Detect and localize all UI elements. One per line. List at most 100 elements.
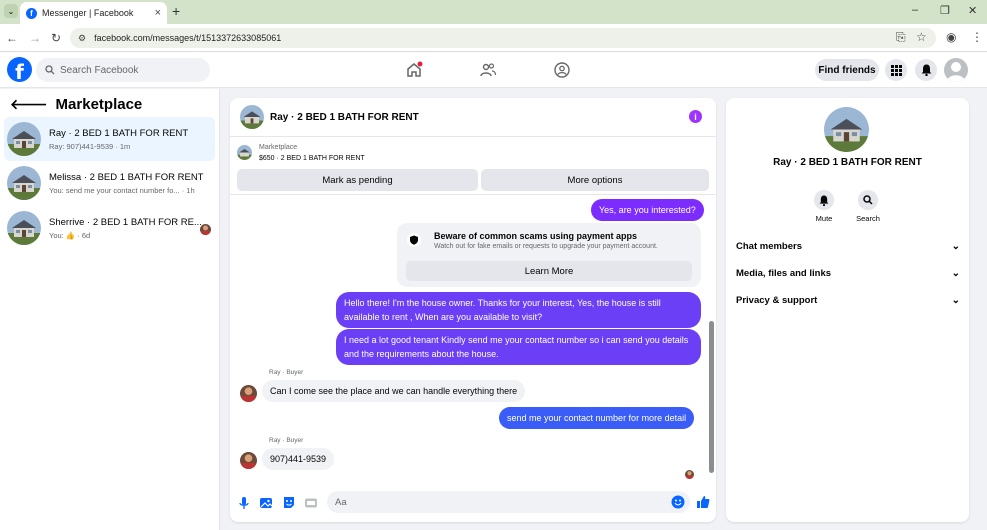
url-bar[interactable]: ⚙ facebook.com/messages/t/15133726330850… — [70, 28, 936, 48]
notifications-bell-icon[interactable] — [915, 59, 937, 81]
back-arrow-icon[interactable]: 🡐 — [10, 96, 48, 113]
site-info-icon[interactable]: ⚙ — [78, 33, 86, 44]
section-label: Media, files and links — [736, 268, 832, 279]
sticker-icon[interactable] — [282, 496, 296, 510]
house-thumbnail — [7, 166, 41, 200]
conversation-item[interactable]: Ray · 2 BED 1 BATH FOR RENT Ray: 907)441… — [4, 117, 215, 161]
microphone-icon[interactable] — [237, 496, 251, 510]
facebook-logo[interactable]: f — [7, 57, 32, 82]
conversation-name: Ray · 2 BED 1 BATH FOR RENT — [49, 127, 189, 139]
search-label: Search — [856, 214, 880, 223]
media-files-links-section[interactable]: Media, files and links ⌄ — [736, 268, 960, 279]
scam-warning-title: Beware of common scams using payment app… — [434, 231, 638, 241]
outgoing-message: Yes, are you interested? — [591, 199, 704, 221]
chevron-down-icon: ⌄ — [951, 241, 960, 252]
listing-bar: Marketplace $650 · 2 BED 1 BATH FOR RENT… — [230, 138, 716, 195]
outgoing-message: I need a lot good tenant Kindly send me … — [336, 329, 701, 365]
incoming-message: 907)441-9539 — [262, 448, 335, 470]
listing-label: Marketplace — [259, 144, 298, 151]
scam-warning-card: Beware of common scams using payment app… — [397, 223, 701, 287]
info-icon[interactable]: i — [689, 110, 702, 123]
facebook-header: f Search Facebook Find friends — [0, 52, 987, 88]
close-tab-icon[interactable]: × — [155, 7, 161, 19]
house-thumbnail — [7, 122, 41, 156]
sender-label: Ray · Buyer — [269, 437, 304, 444]
url-text: facebook.com/messages/t/1513372633085061 — [94, 33, 282, 43]
house-thumbnail[interactable] — [240, 105, 264, 129]
thumbs-up-icon: 👍 — [65, 230, 76, 240]
message-composer: Aa — [230, 484, 716, 522]
mute-button[interactable]: Mute — [804, 190, 844, 223]
forward-arrow-icon[interactable]: → — [29, 31, 41, 45]
listing-detail[interactable]: $650 · 2 BED 1 BATH FOR RENT — [259, 155, 365, 162]
groups-icon[interactable] — [553, 61, 571, 79]
ray-avatar[interactable] — [240, 385, 257, 402]
section-label: Privacy & support — [736, 295, 818, 306]
scrollbar-thumb[interactable] — [709, 321, 714, 473]
search-icon — [45, 65, 55, 75]
install-app-icon[interactable]: ⎘ — [896, 30, 906, 45]
browser-tab[interactable]: f Messenger | Facebook × — [20, 2, 167, 24]
menu-grid-icon[interactable] — [885, 59, 907, 81]
conversation-name: Melissa · 2 BED 1 BATH FOR RENT — [49, 171, 204, 183]
section-label: Chat members — [736, 241, 802, 252]
browser-tab-strip: ⌄ f Messenger | Facebook × + – ❐ ✕ — [0, 0, 987, 24]
chat-members-section[interactable]: Chat members ⌄ — [736, 241, 960, 252]
photo-icon[interactable] — [259, 496, 273, 510]
ray-avatar[interactable] — [240, 452, 257, 469]
browser-menu-icon[interactable]: ⋮ — [971, 30, 983, 44]
gif-icon[interactable] — [304, 496, 318, 510]
privacy-support-section[interactable]: Privacy & support ⌄ — [736, 295, 960, 306]
home-icon[interactable] — [405, 61, 423, 79]
sidebar-title: Marketplace — [55, 96, 143, 113]
conversation-name: Sherrive · 2 BED 1 BATH FOR RE... — [49, 216, 202, 228]
incoming-message: Can I come see the place and we can hand… — [262, 380, 526, 402]
message-input[interactable]: Aa — [327, 491, 690, 513]
facebook-favicon-icon: f — [26, 7, 37, 19]
find-friends-button[interactable]: Find friends — [815, 59, 879, 81]
close-window-button[interactable]: ✕ — [968, 4, 977, 17]
message-scrollbar[interactable] — [706, 196, 716, 482]
minimize-button[interactable]: – — [912, 4, 918, 16]
listing-photo[interactable] — [824, 107, 869, 152]
chat-panel: Ray · 2 BED 1 BATH FOR RENT i Marketplac… — [230, 98, 716, 522]
preview-prefix: You: — [49, 230, 64, 240]
conversation-item[interactable]: Melissa · 2 BED 1 BATH FOR RENT You: sen… — [4, 161, 215, 205]
shield-icon — [407, 233, 421, 247]
chevron-down-icon: ⌄ — [951, 268, 960, 279]
bookmark-star-icon[interactable]: ☆ — [916, 30, 927, 44]
search-conversation-button[interactable]: Search — [848, 190, 888, 223]
friends-icon[interactable] — [479, 61, 497, 79]
more-options-button[interactable]: More options — [481, 169, 709, 191]
conversation-item[interactable]: Sherrive · 2 BED 1 BATH FOR RE... You: 👍… — [4, 206, 215, 250]
seen-avatar — [685, 470, 694, 479]
seen-avatar — [200, 224, 211, 235]
message-placeholder: Aa — [335, 496, 347, 508]
restore-button[interactable]: ❐ — [940, 4, 950, 17]
chevron-down-icon: ⌄ — [951, 295, 960, 306]
mark-as-pending-button[interactable]: Mark as pending — [237, 169, 478, 191]
sender-label: Ray · Buyer — [269, 369, 304, 376]
search-placeholder: Search Facebook — [60, 64, 139, 76]
outgoing-message: send me your contact number for more det… — [499, 407, 695, 429]
details-title: Ray · 2 BED 1 BATH FOR RENT — [773, 157, 922, 168]
tab-search-icon[interactable]: ⌄ — [4, 4, 18, 18]
search-input[interactable]: Search Facebook — [36, 58, 210, 82]
address-bar-row: ← → ↻ ⚙ facebook.com/messages/t/15133726… — [0, 24, 987, 52]
profile-icon[interactable]: ◉ — [946, 30, 956, 44]
tab-title: Messenger | Facebook — [42, 8, 134, 18]
new-tab-button[interactable]: + — [172, 3, 180, 19]
listing-thumbnail[interactable] — [237, 145, 252, 160]
emoji-icon[interactable] — [671, 495, 685, 509]
outgoing-message: Hello there! I'm the house owner. Thanks… — [336, 292, 701, 328]
reload-icon[interactable]: ↻ — [51, 31, 61, 45]
conversation-details-panel: Ray · 2 BED 1 BATH FOR RENT Mute Search … — [726, 98, 969, 522]
thumbs-up-icon[interactable] — [696, 495, 710, 509]
chat-title[interactable]: Ray · 2 BED 1 BATH FOR RENT — [270, 112, 419, 123]
conversation-preview: You: send me your contact number fo... ·… — [49, 185, 195, 195]
back-arrow-icon[interactable]: ← — [6, 31, 18, 45]
mute-label: Mute — [815, 214, 833, 223]
message-list[interactable]: Yes, are you interested? Beware of commo… — [230, 196, 716, 482]
learn-more-button[interactable]: Learn More — [406, 261, 692, 281]
account-avatar[interactable] — [944, 58, 968, 82]
